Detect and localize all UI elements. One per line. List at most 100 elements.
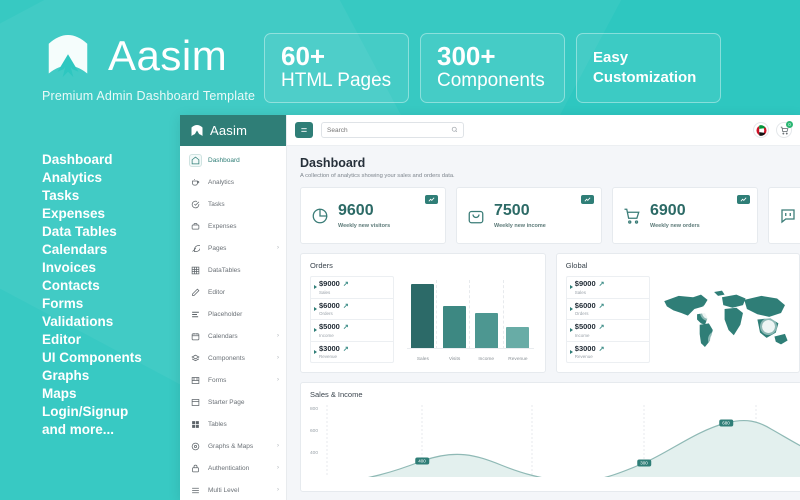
list-item: and more...: [42, 421, 142, 439]
sidebar-item-tasks[interactable]: Tasks: [180, 193, 286, 215]
pie-chart-icon: [311, 207, 329, 225]
y-axis-tick: 400: [310, 451, 318, 456]
list-item[interactable]: $3000↗ Revenue: [567, 342, 649, 363]
stat-caption: Weekly new orders: [650, 223, 700, 229]
sidebar-item-forms[interactable]: Forms ›: [180, 369, 286, 391]
app-topbar: 0: [287, 115, 800, 146]
square-icon: [189, 396, 202, 409]
sidebar-item-datatables[interactable]: DataTables: [180, 259, 286, 281]
bar-label: Revenue: [502, 357, 534, 362]
chevron-right-icon: ›: [277, 333, 279, 339]
sidebar-item-label: Dashboard: [208, 157, 240, 164]
grid-icon: [189, 264, 202, 277]
menu-icon: [189, 484, 202, 497]
sidebar-item-graphs-maps[interactable]: Graphs & Maps ›: [180, 435, 286, 457]
list-item[interactable]: $3000↗ Revenue: [311, 342, 393, 363]
stat-card-income[interactable]: 7500 Weekly new income: [456, 187, 602, 244]
cart-badge: 0: [786, 121, 793, 128]
trend-up-icon: ↗: [343, 303, 349, 310]
coffee-icon: [189, 176, 202, 189]
sidebar-brand[interactable]: Aasim: [180, 115, 286, 146]
stat-label: Income: [575, 333, 644, 338]
stat-card-orders[interactable]: 6900 Weekly new orders: [612, 187, 758, 244]
cart-button[interactable]: 0: [776, 122, 792, 138]
list-item: Graphs: [42, 367, 142, 385]
stat-card-visitors[interactable]: 9600 Weekly new visitors: [300, 187, 446, 244]
list-item[interactable]: $5000↗ Income: [567, 320, 649, 342]
sidebar-item-label: Starter Page: [208, 399, 245, 406]
chevron-right-icon: ›: [277, 377, 279, 383]
trend-up-icon: [581, 195, 594, 204]
sidebar-item-components[interactable]: Components ›: [180, 347, 286, 369]
home-icon: [189, 154, 202, 167]
trend-up-icon: ↗: [599, 324, 605, 331]
list-item: Validations: [42, 313, 142, 331]
sidebar-item-label: Expenses: [208, 223, 237, 230]
sidebar-item-placeholder[interactable]: Placeholder: [180, 303, 286, 325]
y-axis-tick: 800: [310, 407, 318, 412]
sidebar-item-label: Tasks: [208, 201, 225, 208]
mid-row: Orders $9000↗ Sales $6000↗ Orders $5000↗: [300, 253, 800, 373]
list-item: Forms: [42, 295, 142, 313]
stat-value: 7500: [494, 203, 546, 219]
trend-up-icon: ↗: [599, 281, 605, 288]
aasim-arrow-logo-icon: [40, 28, 96, 84]
sidebar-menu: Dashboard Analytics Tasks Expenses: [180, 146, 286, 500]
badge-html-pages-label: HTML Pages: [281, 70, 392, 92]
sidebar-item-multi-level[interactable]: Multi Level ›: [180, 479, 286, 500]
sidebar-item-editor[interactable]: Editor: [180, 281, 286, 303]
list-item: Dashboard: [42, 151, 142, 169]
list-item[interactable]: $5000↗ Income: [311, 320, 393, 342]
list-item: UI Components: [42, 349, 142, 367]
stat-caption: Weekly new visitors: [338, 223, 390, 229]
list-item[interactable]: $9000↗ Sales: [567, 277, 649, 299]
bar-label: Income: [470, 357, 502, 362]
world-map[interactable]: [659, 276, 790, 363]
aasim-arrow-logo-icon: [189, 123, 205, 139]
sidebar-item-authentication[interactable]: Authentication ›: [180, 457, 286, 479]
stat-amount: $6000: [575, 301, 596, 310]
sidebar-item-pages[interactable]: Pages ›: [180, 237, 286, 259]
sidebar-item-label: Multi Level: [208, 487, 239, 494]
sidebar-item-tables[interactable]: Tables: [180, 413, 286, 435]
search-input[interactable]: [327, 127, 451, 134]
search-box[interactable]: [321, 122, 464, 138]
table-icon: [189, 418, 202, 431]
menu-toggle-button[interactable]: [295, 122, 313, 138]
list-item[interactable]: $9000↗ Sales: [311, 277, 393, 299]
sidebar-item-calendars[interactable]: Calendars ›: [180, 325, 286, 347]
bar-label: Sales: [407, 357, 439, 362]
sidebar-item-expenses[interactable]: Expenses: [180, 215, 286, 237]
sidebar-item-label: Pages: [208, 245, 226, 252]
sales-income-chart: 800 600 400 400 300 680: [310, 405, 800, 477]
sidebar-item-analytics[interactable]: Analytics: [180, 171, 286, 193]
stat-card-fourth[interactable]: 3 Weekly: [768, 187, 800, 244]
list-item[interactable]: $6000↗ Orders: [311, 299, 393, 321]
sales-income-panel: Sales & Income 800 600 400 400 300 680: [300, 382, 800, 492]
page-subtitle: A collection of analytics showing your s…: [300, 173, 800, 179]
trend-up-icon: ↗: [599, 346, 605, 353]
bar-chart-bars: [407, 280, 534, 349]
sidebar-item-dashboard[interactable]: Dashboard: [180, 149, 286, 171]
compass-icon: [189, 440, 202, 453]
chevron-right-icon: ›: [277, 245, 279, 251]
list-item: Expenses: [42, 205, 142, 223]
badge-components: 300+ Components: [420, 33, 565, 103]
sidebar-item-label: Editor: [208, 289, 225, 296]
list-item: Maps: [42, 385, 142, 403]
promo-feature-list: Dashboard Analytics Tasks Expenses Data …: [42, 151, 142, 439]
list-item: Contacts: [42, 277, 142, 295]
stat-label: Orders: [575, 311, 644, 316]
stat-amount: $5000: [575, 322, 596, 331]
sidebar-brand-name: Aasim: [210, 123, 247, 138]
global-panel: Global $9000↗ Sales $6000↗ Orders $5000↗: [556, 253, 800, 373]
sidebar-item-starter-page[interactable]: Starter Page: [180, 391, 286, 413]
language-selector-button[interactable]: [753, 122, 769, 138]
list-item[interactable]: $6000↗ Orders: [567, 299, 649, 321]
map-pin: [702, 306, 715, 319]
page-title: Dashboard: [300, 156, 800, 170]
badge-components-label: Components: [437, 70, 548, 92]
app-content: Dashboard A collection of analytics show…: [287, 146, 800, 500]
global-panel-title: Global: [566, 261, 790, 270]
trend-up-icon: ↗: [343, 324, 349, 331]
